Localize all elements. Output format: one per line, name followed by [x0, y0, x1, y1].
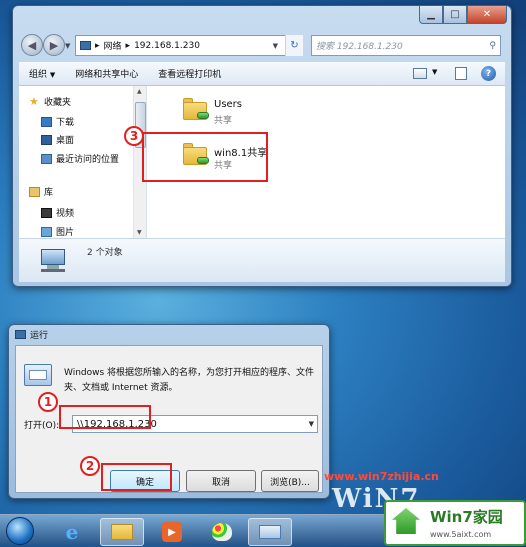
address-bar[interactable]: ▸ 网络 ▸ 192.168.1.230 ▼ [75, 35, 303, 56]
step-2-marker: 2 [80, 456, 100, 476]
dialog-titlebar: 运行 [15, 328, 48, 341]
minimize-button[interactable]: ▁ [419, 6, 443, 24]
nav-videos[interactable]: 视频 [41, 206, 74, 219]
taskbar-ie[interactable]: e [50, 518, 94, 546]
breadcrumb-separator-icon: ▸ [125, 40, 131, 51]
nav-favorites[interactable]: ★ 收藏夹 [29, 94, 71, 109]
computer-icon [37, 247, 69, 273]
library-icon [29, 186, 40, 197]
maximize-button[interactable]: □ [443, 6, 467, 24]
taskbar-paint[interactable] [200, 518, 244, 546]
dialog-title: 运行 [30, 331, 49, 341]
taskbar-explorer[interactable] [100, 518, 144, 546]
nav-pictures[interactable]: 图片 [41, 225, 74, 238]
refresh-button[interactable]: ↻ [285, 35, 303, 56]
view-options-icon[interactable] [413, 68, 427, 79]
shared-folder-icon [183, 98, 209, 120]
preview-pane-icon[interactable] [455, 67, 467, 80]
scroll-down-icon[interactable]: ▼ [137, 229, 142, 236]
run-icon [15, 330, 26, 339]
media-player-icon: ▶ [162, 522, 182, 542]
step-3-marker: 3 [124, 126, 144, 146]
video-icon [41, 207, 52, 218]
highlight-box-ok [101, 463, 172, 491]
internet-explorer-icon: e [65, 520, 79, 544]
nav-libraries[interactable]: 库 [29, 185, 53, 198]
navigation-pane: ★ 收藏夹 下载 桌面 最近访问的位置 库 视频 图片 ▲ ▼ [19, 86, 147, 238]
forward-button[interactable]: ▶ [43, 34, 65, 56]
breadcrumb-network[interactable]: 网络 [104, 39, 122, 52]
breadcrumb-separator-icon: ▸ [95, 40, 100, 51]
network-icon [80, 41, 91, 50]
desktop-icon [41, 134, 52, 145]
pictures-icon [41, 226, 52, 237]
browse-button[interactable]: 浏览(B)... [261, 470, 319, 492]
highlight-box-address [59, 405, 151, 429]
search-placeholder: 搜索 192.168.1.230 [316, 42, 403, 52]
back-button[interactable]: ◀ [21, 34, 43, 56]
dialog-description: Windows 将根据您所输入的名称，为您打开相应的程序、文件夹、文档或 Int… [64, 368, 315, 393]
start-button[interactable] [0, 515, 40, 547]
refresh-icon: ↻ [290, 40, 299, 51]
search-input[interactable]: 搜索 192.168.1.230 ⚲ [311, 35, 501, 56]
chevron-down-icon: ▼ [49, 71, 56, 79]
highlight-box-win81 [142, 132, 268, 182]
win7-home-badge: Win7家园 www.5aixt.com [384, 500, 526, 546]
scroll-up-icon[interactable]: ▲ [137, 88, 142, 95]
paint-palette-icon [212, 523, 232, 541]
run-icon [259, 525, 281, 539]
badge-url: www.5aixt.com [430, 530, 492, 539]
command-bar: 组织 ▼ 网络和共享中心 查看远程打印机 ▼ ? [19, 62, 505, 86]
remote-printers-button[interactable]: 查看远程打印机 [148, 67, 231, 80]
taskbar-media-player[interactable]: ▶ [150, 518, 194, 546]
file-name: Users [214, 99, 243, 110]
recent-pages-chevron-icon[interactable]: ▼ [65, 42, 70, 50]
arrow-right-icon: ▶ [49, 38, 59, 52]
recent-places-icon [41, 153, 52, 164]
address-dropdown-icon[interactable]: ▼ [273, 42, 278, 50]
nav-downloads[interactable]: 下载 [41, 115, 74, 128]
cancel-button[interactable]: 取消 [186, 470, 256, 492]
step-1-marker: 1 [38, 392, 58, 412]
badge-title: Win7家园 [430, 508, 503, 526]
downloads-icon [41, 116, 52, 127]
organize-menu[interactable]: 组织 ▼ [19, 67, 65, 80]
network-center-button[interactable]: 网络和共享中心 [65, 67, 148, 80]
folder-icon [111, 524, 133, 540]
house-icon [392, 508, 420, 534]
help-icon[interactable]: ? [481, 66, 496, 81]
open-dropdown-icon[interactable]: ▼ [309, 420, 314, 428]
nav-desktop[interactable]: 桌面 [41, 133, 74, 146]
close-button[interactable]: ✕ [467, 6, 507, 24]
search-icon: ⚲ [489, 40, 496, 51]
run-program-icon [24, 364, 52, 386]
arrow-left-icon: ◀ [27, 38, 37, 52]
chevron-down-icon[interactable]: ▼ [432, 68, 437, 76]
open-label: 打开(O): [24, 421, 60, 431]
taskbar-run[interactable] [248, 518, 292, 546]
breadcrumb-host[interactable]: 192.168.1.230 [134, 41, 200, 51]
windows-orb-icon [6, 517, 34, 545]
watermark-url: www.win7zhijia.cn [324, 470, 439, 483]
details-pane: 2 个对象 [19, 238, 505, 282]
file-type: 共享 [214, 116, 233, 126]
star-icon: ★ [29, 94, 39, 108]
nav-recent[interactable]: 最近访问的位置 [41, 152, 119, 165]
item-count: 2 个对象 [87, 248, 123, 258]
